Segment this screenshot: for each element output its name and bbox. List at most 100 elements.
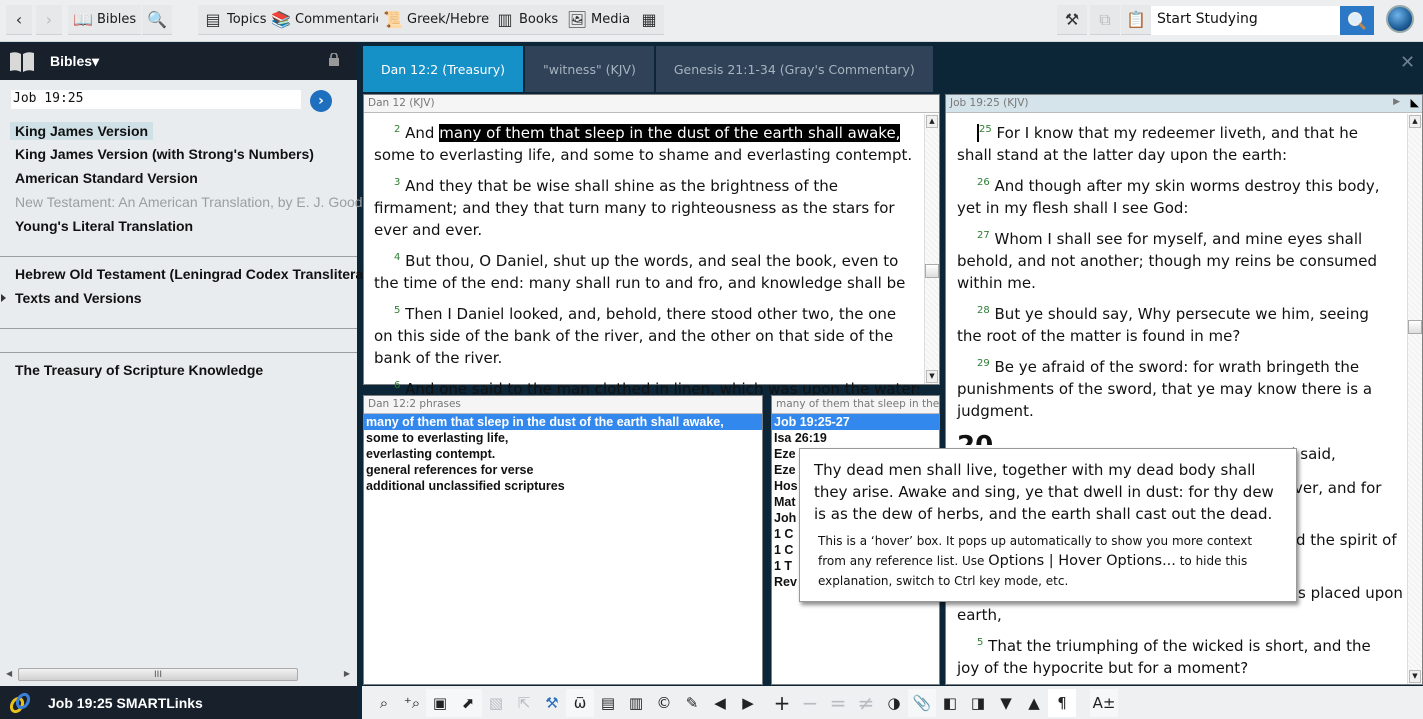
paragraph-icon[interactable]: ¶ xyxy=(1048,688,1076,717)
chevron-right-icon: › xyxy=(318,93,324,109)
bibles-panel-header: Bibles▾ xyxy=(0,43,357,80)
scroll-left-icon[interactable]: ◀ xyxy=(6,669,12,678)
copyright-icon[interactable]: © xyxy=(650,689,678,717)
bible-item-hebrew-ot[interactable]: Hebrew Old Testament (Leningrad Codex Tr… xyxy=(15,266,389,282)
next-icon[interactable]: ▶ xyxy=(734,689,762,717)
phrase-item[interactable]: some to everlasting life, xyxy=(364,430,762,446)
book-prev-icon[interactable]: ▤ xyxy=(594,689,622,717)
plus-icon[interactable]: + xyxy=(768,689,796,717)
bibles-dropdown[interactable]: Bibles▾ xyxy=(50,53,99,70)
media-button[interactable]: 🖼 Media xyxy=(562,5,636,35)
verse: 29 Be ye afraid of the sword: for wrath … xyxy=(957,358,1373,420)
scroll-right-icon[interactable]: ▶ xyxy=(344,669,350,678)
bibles-button[interactable]: 📖 Bibles xyxy=(68,5,142,35)
phrase-item[interactable]: additional unclassified scriptures xyxy=(364,478,762,494)
bible-item-tsk[interactable]: The Treasury of Scripture Knowledge xyxy=(15,362,263,378)
verse: 28 But ye should say, Why persecute we h… xyxy=(957,305,1369,345)
minus-icon[interactable]: − xyxy=(796,689,824,717)
scroll-thumb[interactable]: III xyxy=(18,668,298,681)
scroll-thumb[interactable] xyxy=(925,264,939,278)
highlighted-phrase[interactable]: many of them that sleep in the dust of t… xyxy=(439,124,901,142)
vertical-scrollbar[interactable]: ▲ ▼ xyxy=(1407,114,1422,684)
greek-hebrew-button[interactable]: 📜 Greek/Hebrew xyxy=(378,5,505,35)
phrase-item[interactable]: general references for verse xyxy=(364,462,762,478)
pointer-icon[interactable]: ⇱ xyxy=(510,689,538,717)
paperclip-icon[interactable]: 📎 xyxy=(908,688,936,717)
scroll-down-icon[interactable]: ▼ xyxy=(1409,670,1421,683)
layout-button[interactable]: ▦ xyxy=(634,5,664,35)
tools-button[interactable]: ⚒ xyxy=(1057,5,1087,35)
copy-button[interactable]: ⧉ xyxy=(1090,5,1120,35)
bible-item-goodspeed[interactable]: New Testament: An American Translation, … xyxy=(15,194,401,210)
pane-title: Dan 12 (KJV) xyxy=(364,95,939,113)
topics-button[interactable]: ▤ Topics xyxy=(198,5,272,35)
highlight-icon[interactable]: ✎ xyxy=(678,689,706,717)
search-icon[interactable]: ⌕ xyxy=(370,689,398,717)
open-external-icon[interactable]: ⬈ xyxy=(454,688,482,717)
link-icon[interactable]: ▧ xyxy=(482,689,510,717)
expand-arrow-icon[interactable] xyxy=(1,294,6,302)
bible-item-texts-versions[interactable]: Texts and Versions xyxy=(15,290,142,306)
reference-item[interactable]: Isa 26:19 xyxy=(772,430,939,446)
layout-icon: ▦ xyxy=(641,10,657,29)
bible-search-button[interactable]: 🔍 xyxy=(142,5,172,35)
scroll-down-icon[interactable]: ▼ xyxy=(926,370,938,383)
bible-book-icon xyxy=(10,51,34,72)
books-button[interactable]: ▥ Books xyxy=(490,5,564,35)
close-icon[interactable]: ✕ xyxy=(1400,52,1415,73)
reference-item[interactable]: Job 19:25-27 xyxy=(772,414,939,430)
word-count-icon[interactable]: ѿ xyxy=(566,688,594,717)
scroll-thumb[interactable] xyxy=(1408,320,1422,334)
tab-witness-kjv[interactable]: "witness" (KJV) xyxy=(524,46,654,92)
clipboard-pen-icon: 📋 xyxy=(1126,10,1146,29)
phrase-item[interactable]: many of them that sleep in the dust of t… xyxy=(364,414,762,430)
scroll-up-icon[interactable]: ▲ xyxy=(926,115,938,128)
bible-search-icon: 🔍 xyxy=(147,10,167,29)
scroll-up-icon[interactable]: ▲ xyxy=(1409,115,1421,128)
page-next-icon[interactable]: ◨ xyxy=(964,689,992,717)
equal-icon[interactable]: = xyxy=(824,689,852,717)
scroll-icon: 📜 xyxy=(383,10,403,29)
logo-icon[interactable] xyxy=(1386,5,1414,33)
play-icon[interactable]: ▶ xyxy=(1393,97,1400,107)
copy-icon: ⧉ xyxy=(1099,9,1111,29)
tools-icon[interactable]: ⚒ xyxy=(538,689,566,717)
hover-box: Thy dead men shall live, together with m… xyxy=(799,448,1297,602)
back-button[interactable]: ‹ xyxy=(6,5,32,35)
search-button[interactable] xyxy=(1340,6,1374,35)
up-arrow-icon[interactable]: ▲ xyxy=(1020,689,1048,717)
page-prev-icon[interactable]: ◧ xyxy=(936,689,964,717)
contrast-icon[interactable]: ◑ xyxy=(880,689,908,717)
media-icon: 🖼 xyxy=(566,10,588,29)
commentaries-button[interactable]: 📚 Commentaries xyxy=(266,5,396,35)
tab-genesis-gray[interactable]: Genesis 21:1-34 (Gray's Commentary) xyxy=(655,46,933,92)
go-button[interactable]: › xyxy=(310,90,332,112)
tab-dan-treasury[interactable]: Dan 12:2 (Treasury) xyxy=(363,46,523,92)
vertical-scrollbar[interactable]: ▲ ▼ xyxy=(924,114,939,384)
hammer-wrench-icon: ⚒ xyxy=(1064,10,1080,29)
forward-button[interactable]: › xyxy=(36,5,62,35)
horizontal-scrollbar[interactable]: ◀ III ▶ xyxy=(4,668,352,682)
bible-item-ylt[interactable]: Young's Literal Translation xyxy=(15,218,193,234)
zoom-in-search-icon[interactable]: ⁺⌕ xyxy=(398,689,426,717)
previous-icon[interactable]: ◀ xyxy=(706,689,734,717)
quick-search-icon[interactable]: ▣ xyxy=(426,688,454,717)
lock-icon[interactable] xyxy=(329,53,339,66)
phrases-pane: Dan 12:2 phrases many of them that sleep… xyxy=(363,395,763,685)
start-studying-input[interactable]: Start Studying xyxy=(1151,6,1341,35)
pane-menu-icon[interactable]: ◣ xyxy=(1411,96,1419,109)
bible-item-kjv-strongs[interactable]: King James Version (with Strong's Number… xyxy=(15,146,314,162)
smartlinks-header: Job 19:25 SMARTLinks xyxy=(0,686,357,719)
not-equal-icon[interactable]: ≠ xyxy=(852,689,880,717)
pane-title: Job 19:25 (KJV) ▶ ◣ xyxy=(946,95,1422,113)
down-arrow-icon[interactable]: ▼ xyxy=(992,689,1020,717)
bible-item-kjv[interactable]: King James Version xyxy=(10,122,154,140)
notes-button[interactable]: 📋 xyxy=(1121,5,1151,35)
bible-item-asv[interactable]: American Standard Version xyxy=(15,170,198,186)
reference-input[interactable]: Job 19:25 xyxy=(11,90,301,109)
text-size-icon[interactable]: A± xyxy=(1090,688,1118,717)
chevron-right-icon: › xyxy=(45,10,53,29)
book-next-icon[interactable]: ▥ xyxy=(622,689,650,717)
hover-options-link[interactable]: Options | Hover Options... xyxy=(988,553,1176,569)
phrase-item[interactable]: everlasting contempt. xyxy=(364,446,762,462)
